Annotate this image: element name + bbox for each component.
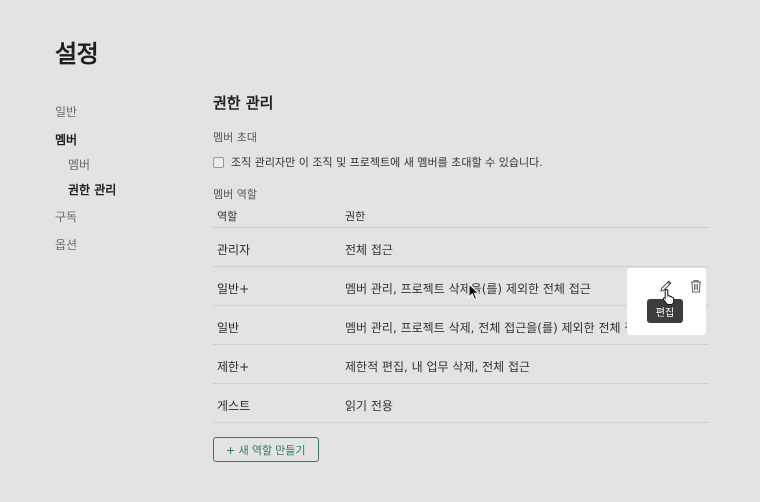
table-row[interactable]: 제한+ 제한적 편집, 내 업무 삭제, 전체 접근 xyxy=(213,345,709,384)
role-name: 게스트 xyxy=(217,399,251,413)
role-permission: 멤버 관리, 프로젝트 삭제, 전체 접근을(를) 제외한 전체 접근 xyxy=(345,321,647,335)
role-name: 일반 xyxy=(217,321,240,335)
roles-label: 멤버 역할 xyxy=(213,188,257,201)
sidebar-item-options[interactable]: 옵션 xyxy=(55,236,77,253)
invite-restriction-option[interactable]: 조직 관리자만 이 조직 및 프로젝트에 새 멤버를 초대할 수 있습니다. xyxy=(213,154,543,170)
row-actions-popover: 편집 xyxy=(627,268,706,335)
add-role-button[interactable]: + 새 역할 만들기 xyxy=(213,437,319,462)
role-permission: 읽기 전용 xyxy=(345,399,393,413)
plus-icon: + xyxy=(226,441,235,458)
role-permission: 멤버 관리, 프로젝트 삭제을(를) 제외한 전체 접근 xyxy=(345,282,591,296)
role-name: 일반+ xyxy=(217,282,250,296)
table-row[interactable]: 관리자 전체 접근 xyxy=(213,228,709,267)
permissions-panel: 권한 관리 멤버 초대 조직 관리자만 이 조직 및 프로젝트에 새 멤버를 초… xyxy=(213,0,709,502)
sidebar-item-subscription[interactable]: 구독 xyxy=(55,208,77,225)
column-header-role: 역할 xyxy=(217,210,238,223)
add-role-label: 새 역할 만들기 xyxy=(238,444,306,457)
role-permission: 전체 접근 xyxy=(345,243,393,257)
section-title: 권한 관리 xyxy=(213,94,274,112)
sidebar-subitem-members[interactable]: 멤버 xyxy=(68,156,90,173)
table-row[interactable]: 게스트 읽기 전용 xyxy=(213,384,709,423)
role-name: 제한+ xyxy=(217,360,250,374)
sidebar-subitem-permissions[interactable]: 권한 관리 xyxy=(68,181,116,198)
invite-restriction-checkbox[interactable] xyxy=(213,156,224,168)
invite-label: 멤버 초대 xyxy=(213,131,257,144)
invite-restriction-label: 조직 관리자만 이 조직 및 프로젝트에 새 멤버를 초대할 수 있습니다. xyxy=(231,156,543,169)
pencil-icon[interactable] xyxy=(658,278,674,294)
page-title: 설정 xyxy=(55,40,99,68)
table-header: 역할 권한 xyxy=(213,202,709,228)
sidebar-item-general[interactable]: 일반 xyxy=(55,103,77,120)
edit-tooltip: 편집 xyxy=(647,299,683,323)
column-header-permission: 권한 xyxy=(345,210,366,223)
trash-icon[interactable] xyxy=(689,278,703,294)
role-name: 관리자 xyxy=(217,243,251,257)
sidebar-item-members[interactable]: 멤버 xyxy=(55,131,77,148)
role-permission: 제한적 편집, 내 업무 삭제, 전체 접근 xyxy=(345,360,531,374)
